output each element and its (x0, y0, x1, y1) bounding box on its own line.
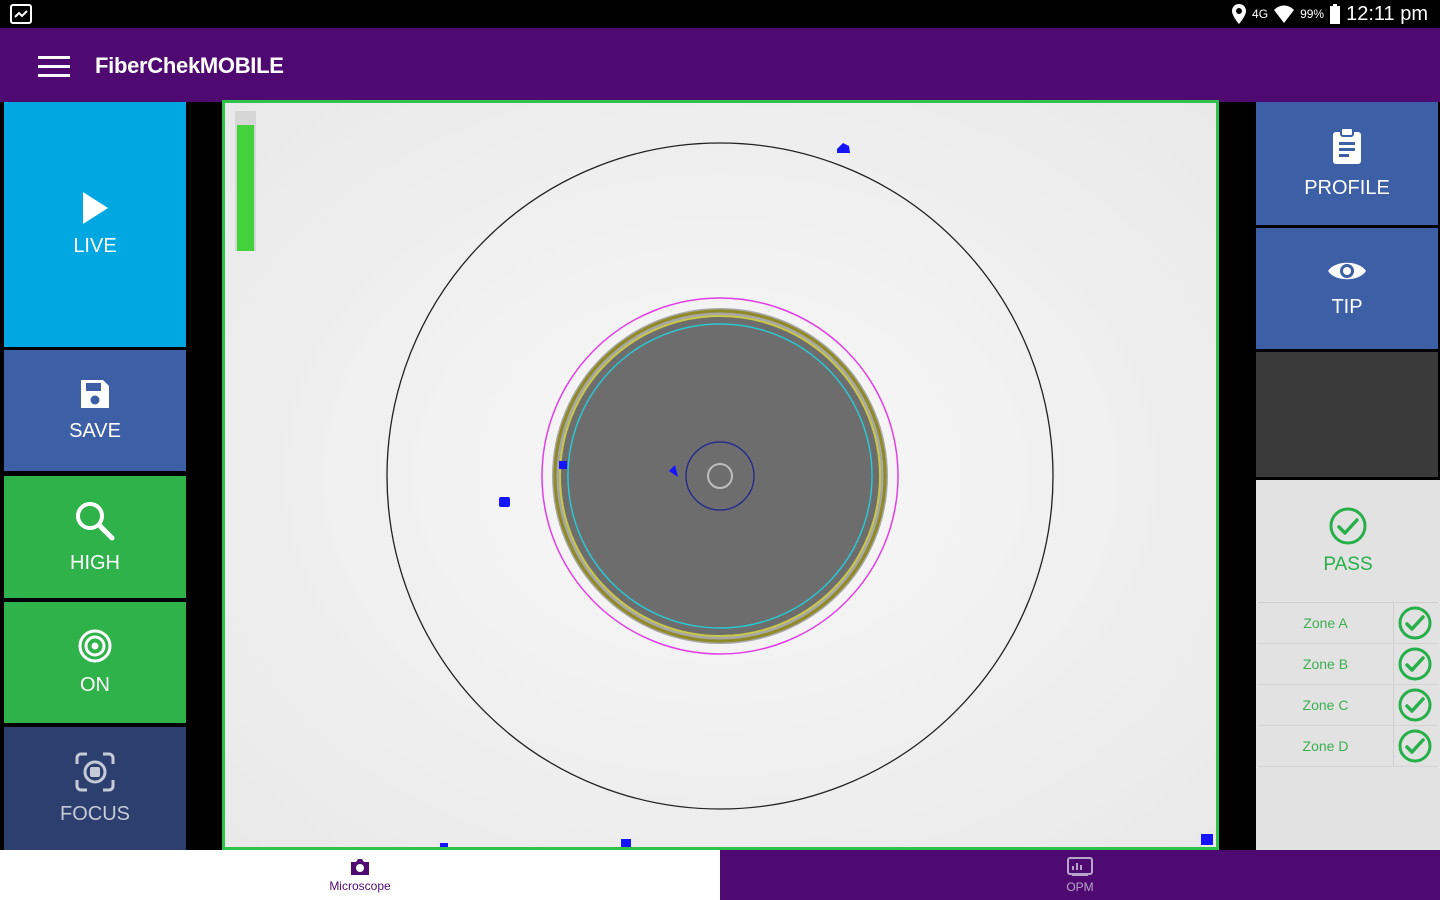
tab-opm[interactable]: OPM (720, 850, 1440, 900)
focus-icon (75, 752, 115, 792)
focus-label: FOCUS (60, 803, 130, 825)
fiber-image (225, 103, 1216, 847)
high-label: HIGH (70, 551, 120, 574)
clock: 12:11 pm (1346, 2, 1428, 25)
left-toolbar: LIVE SAVE HIGH ON FOCUS (0, 102, 188, 850)
zone-row: Zone A (1258, 603, 1438, 644)
app-bar: FiberChekMOBILE (0, 28, 1440, 102)
focus-level-bar (237, 125, 254, 251)
profile-button[interactable]: PROFILE (1256, 102, 1438, 225)
tab-opm-label: OPM (1066, 879, 1094, 894)
power-meter-icon (1067, 856, 1093, 876)
play-icon (83, 192, 108, 224)
status-bar: 4G 99% 12:11 pm (0, 0, 1440, 28)
save-icon (81, 380, 109, 408)
camera-icon (351, 858, 369, 875)
defect-marker (1201, 834, 1213, 845)
tip-button[interactable]: TIP (1256, 228, 1438, 349)
right-toolbar: PROFILE TIP PASS Zone A Zone B Zone C Zo… (1254, 102, 1440, 850)
zone-pass-icon (1398, 688, 1432, 722)
save-label: SAVE (69, 420, 121, 442)
result-panel: PASS Zone A Zone B Zone C Zone D (1256, 480, 1440, 850)
on-label: ON (80, 674, 110, 696)
zone-label: Zone D (1258, 726, 1394, 766)
wifi-icon (1274, 5, 1295, 23)
zone-label: Zone B (1258, 644, 1394, 684)
zone-pass-icon (1398, 729, 1432, 763)
tab-microscope-label: Microscope (329, 878, 391, 893)
tab-microscope[interactable]: Microscope (0, 850, 720, 900)
battery-icon (1330, 4, 1341, 24)
target-icon (78, 629, 112, 663)
overall-result: PASS (1256, 480, 1440, 602)
live-label: LIVE (73, 235, 117, 257)
fiber-end-face-view[interactable] (222, 100, 1219, 850)
zone-row: Zone D (1258, 726, 1438, 767)
live-button[interactable]: LIVE (4, 102, 186, 347)
screenshot-icon (10, 4, 32, 24)
profile-label: PROFILE (1304, 177, 1390, 199)
defect-marker (499, 497, 510, 507)
zone-row: Zone C (1258, 685, 1438, 726)
save-button[interactable]: SAVE (4, 350, 186, 471)
defect-marker (621, 839, 631, 847)
defect-marker (559, 461, 567, 469)
zone-pass-icon (1398, 606, 1432, 640)
app-title: FiberChekMOBILE (95, 53, 284, 78)
zone-label: Zone A (1258, 603, 1394, 643)
eye-icon (1328, 262, 1366, 280)
battery-percent: 99% (1300, 7, 1325, 21)
focus-button[interactable]: FOCUS (4, 727, 186, 850)
bottom-navigation: Microscope OPM (0, 850, 1440, 900)
clipboard-icon (1333, 127, 1361, 164)
pass-label: PASS (1323, 554, 1373, 575)
tip-label: TIP (1331, 296, 1363, 318)
location-icon (1232, 4, 1247, 24)
zone-results-list: Zone A Zone B Zone C Zone D (1258, 602, 1438, 767)
cladding (559, 315, 881, 637)
zone-row: Zone B (1258, 644, 1438, 685)
hamburger-menu-icon[interactable] (36, 52, 72, 80)
pass-check-icon (1329, 507, 1367, 545)
high-magnification-button[interactable]: HIGH (4, 476, 186, 598)
empty-button-slot (1256, 352, 1438, 477)
defect-marker (440, 843, 448, 847)
zone-pass-icon (1398, 647, 1432, 681)
magnifier-icon (76, 501, 115, 540)
signal-text: 4G (1252, 7, 1269, 21)
zone-label: Zone C (1258, 685, 1394, 725)
auto-center-on-button[interactable]: ON (4, 602, 186, 723)
